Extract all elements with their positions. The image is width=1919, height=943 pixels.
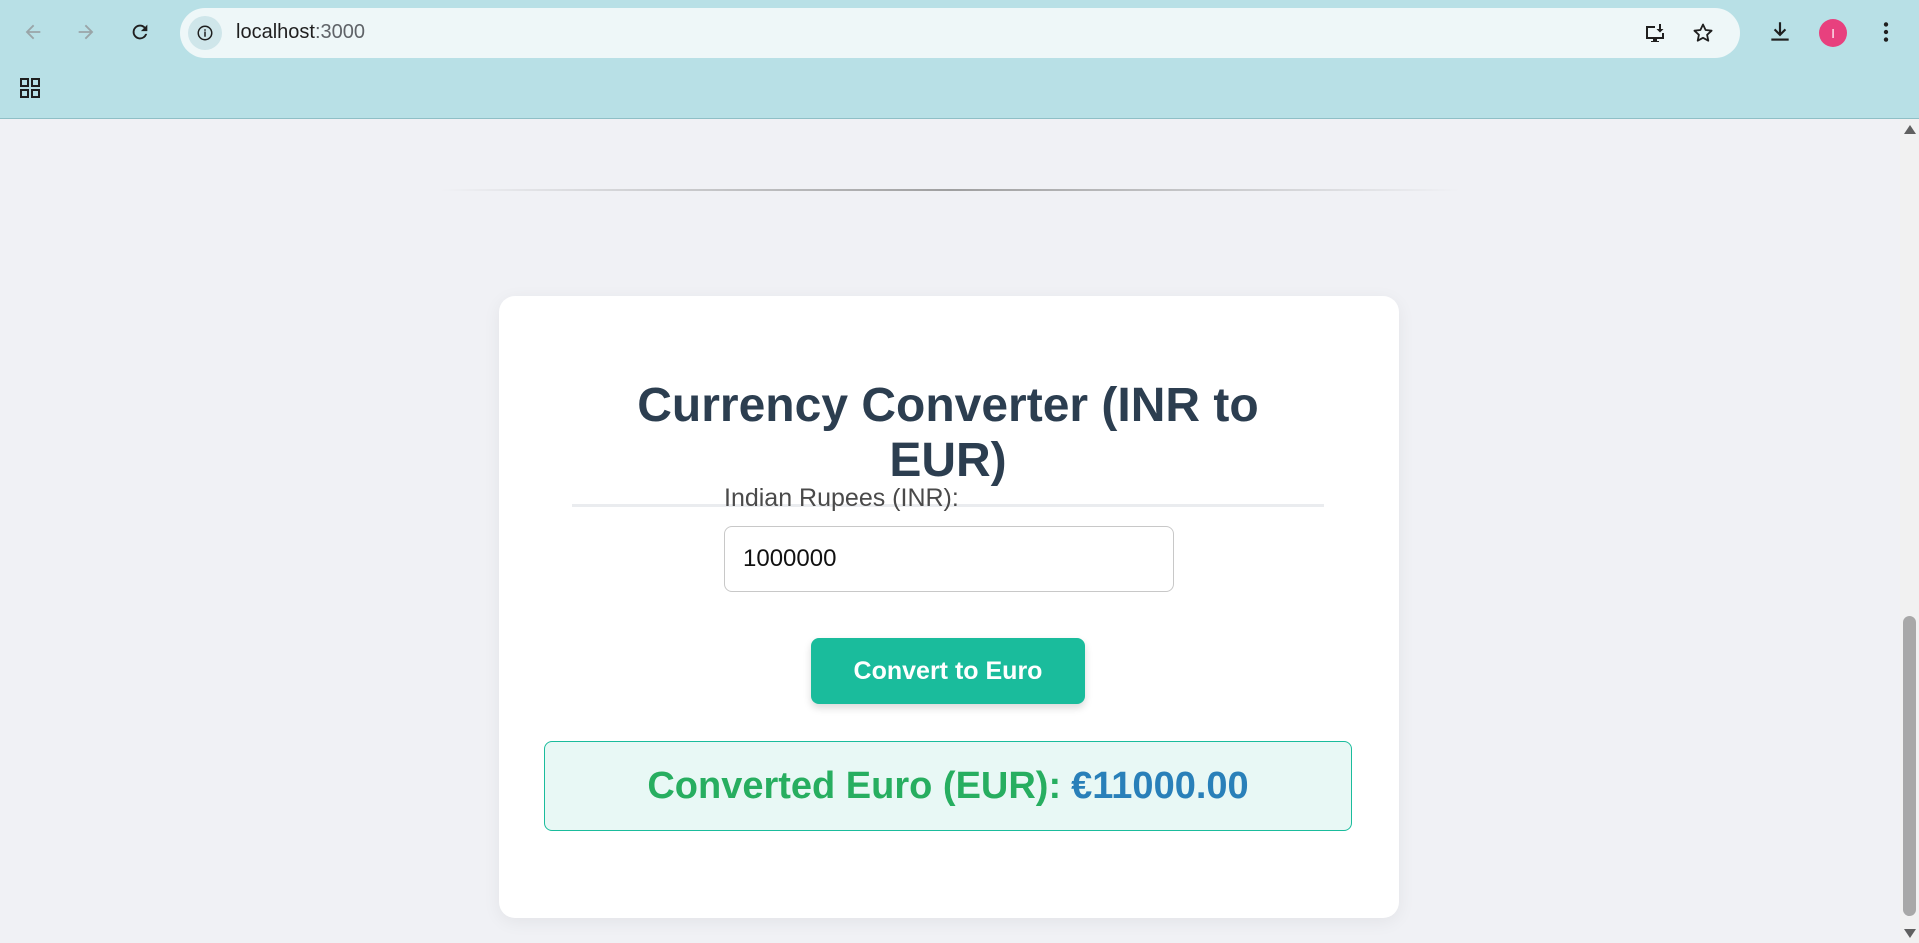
inr-label: Indian Rupees (INR): xyxy=(724,484,959,512)
profile-avatar[interactable]: I xyxy=(1819,19,1847,47)
back-button[interactable] xyxy=(15,14,51,50)
kebab-menu-icon xyxy=(1883,22,1889,42)
result-value: €11000.00 xyxy=(1071,764,1249,807)
apps-button[interactable] xyxy=(14,74,46,102)
reload-button[interactable] xyxy=(122,14,158,50)
inr-amount-input[interactable] xyxy=(724,526,1174,592)
browser-window: localhost:3000 I Currency Converter (INR… xyxy=(0,0,1919,943)
star-icon xyxy=(1693,23,1713,42)
forward-button[interactable] xyxy=(68,14,104,50)
url-text[interactable]: localhost:3000 xyxy=(236,21,365,44)
result-label: Converted Euro (EUR): xyxy=(647,764,1062,807)
converter-card: Currency Converter (INR to EUR) Indian R… xyxy=(499,296,1399,918)
url-host: localhost xyxy=(236,21,315,43)
browser-toolbar: localhost:3000 I xyxy=(0,0,1919,119)
install-app-icon xyxy=(1646,24,1664,42)
section-divider xyxy=(440,189,1460,191)
apps-grid-icon xyxy=(20,78,40,98)
scroll-up-arrow[interactable] xyxy=(1904,125,1916,134)
info-icon xyxy=(197,25,213,41)
install-app-button[interactable] xyxy=(1641,19,1669,47)
downloads-button[interactable] xyxy=(1762,14,1798,50)
scroll-thumb[interactable] xyxy=(1903,616,1916,916)
vertical-scrollbar[interactable] xyxy=(1900,119,1919,943)
result-box: Converted Euro (EUR): €11000.00 xyxy=(544,741,1352,831)
page-viewport: Currency Converter (INR to EUR) Indian R… xyxy=(0,119,1900,943)
download-icon xyxy=(1771,22,1789,41)
profile-initial: I xyxy=(1831,25,1835,41)
browser-menu-button[interactable] xyxy=(1868,14,1904,50)
reload-icon xyxy=(132,24,148,40)
address-bar[interactable]: localhost:3000 xyxy=(180,8,1740,58)
arrow-right-icon xyxy=(78,24,94,40)
convert-button[interactable]: Convert to Euro xyxy=(811,638,1085,704)
site-info-button[interactable] xyxy=(188,16,222,50)
arrow-left-icon xyxy=(25,24,41,40)
url-port: :3000 xyxy=(314,21,365,43)
bookmark-button[interactable] xyxy=(1689,19,1717,47)
scroll-down-arrow[interactable] xyxy=(1904,929,1916,938)
